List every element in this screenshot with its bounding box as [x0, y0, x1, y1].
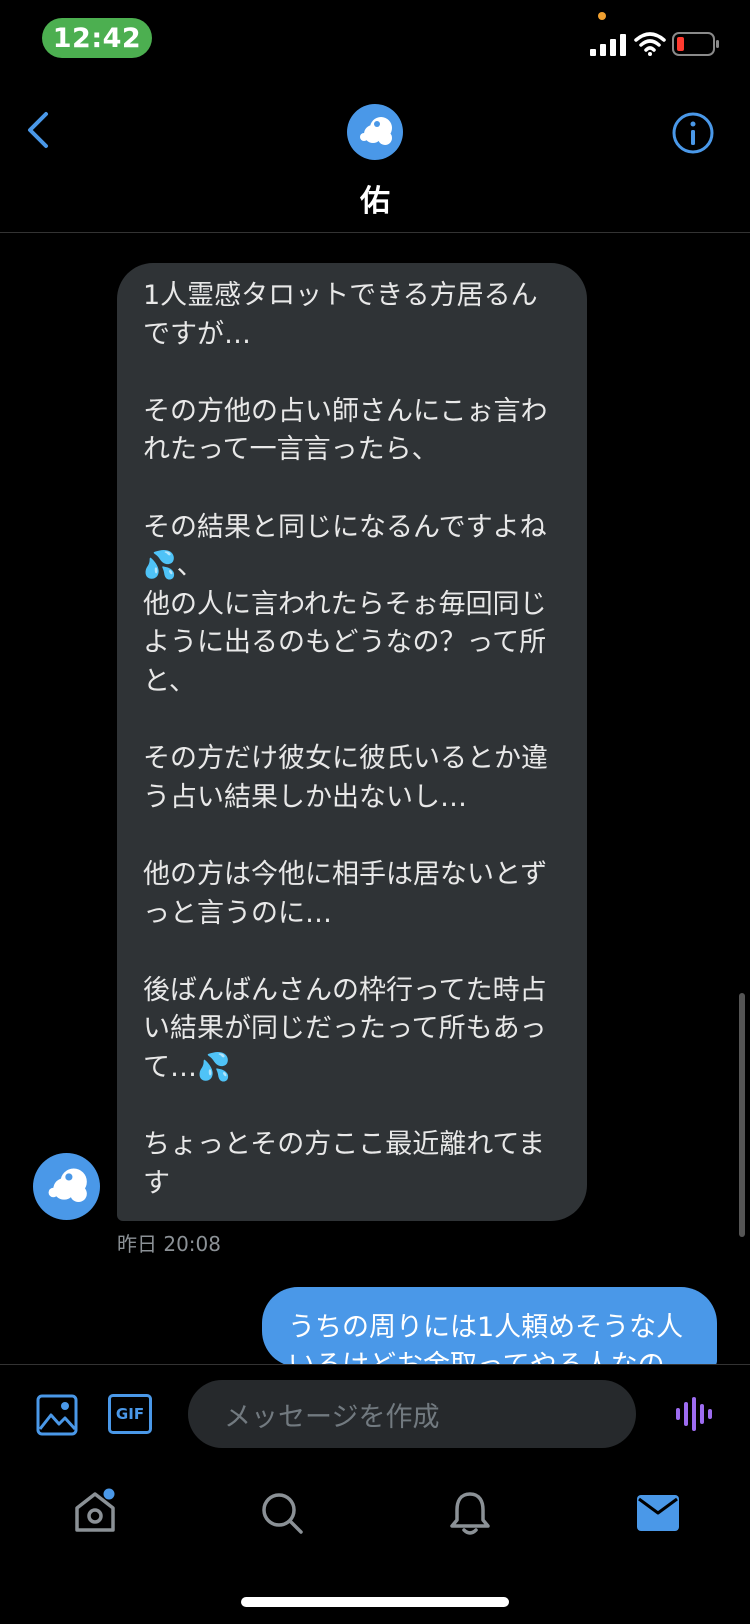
- received-message-bubble[interactable]: 1人霊感タロットできる方居るんですが… その方他の占い師さんにこぉ言われたって一…: [117, 263, 587, 1221]
- search-icon[interactable]: [259, 1490, 305, 1536]
- avatar-image: [360, 117, 392, 145]
- compose-divider: [0, 1364, 750, 1365]
- message-compose-input[interactable]: メッセージを作成: [188, 1380, 636, 1448]
- gif-label: GIF: [115, 1405, 145, 1423]
- cellular-signal-icon: [590, 34, 626, 56]
- conversation-title: 佑: [360, 184, 390, 219]
- gif-button[interactable]: GIF: [108, 1394, 152, 1434]
- wifi-icon: [634, 32, 666, 56]
- compose-placeholder: メッセージを作成: [224, 1401, 440, 1433]
- header-avatar[interactable]: [347, 104, 403, 160]
- sender-avatar[interactable]: [33, 1153, 100, 1220]
- home-indicator: [241, 1597, 509, 1607]
- sent-message-bubble[interactable]: うちの周りには1人頼めそうな人いるけどお金取ってやる人なの: [262, 1287, 717, 1367]
- voice-icon[interactable]: [675, 1397, 713, 1431]
- image-icon[interactable]: [35, 1393, 79, 1437]
- battery-icon: [672, 32, 719, 56]
- home-icon[interactable]: [71, 1488, 119, 1536]
- mail-icon[interactable]: [636, 1494, 680, 1532]
- scrollbar[interactable]: [739, 993, 745, 1237]
- back-chevron-icon[interactable]: [24, 110, 52, 150]
- status-time: 12:42: [42, 18, 152, 58]
- avatar-image: [48, 1168, 87, 1203]
- header-divider: [0, 232, 750, 233]
- message-timestamp: 昨日 20:08: [117, 1232, 221, 1256]
- privacy-indicator-dot: [598, 12, 606, 20]
- bell-icon[interactable]: [448, 1490, 492, 1536]
- info-icon[interactable]: [671, 111, 715, 155]
